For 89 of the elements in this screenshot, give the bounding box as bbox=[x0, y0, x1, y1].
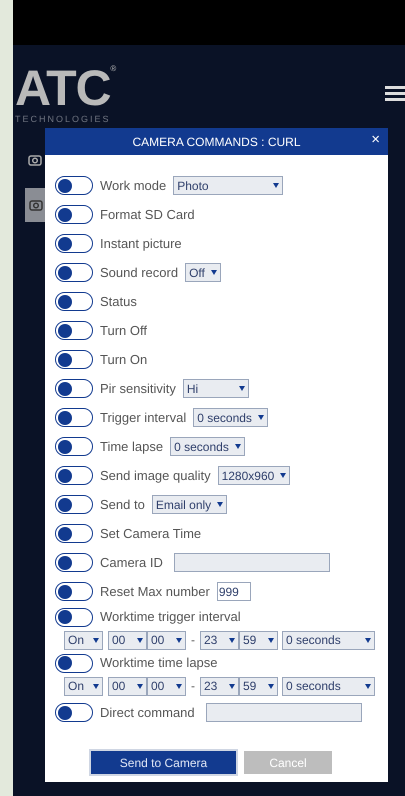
option-label: Instant picture bbox=[100, 234, 182, 253]
toggle-switch[interactable] bbox=[55, 553, 93, 572]
dropdown[interactable]: 23 bbox=[200, 630, 239, 650]
toggle-switch[interactable] bbox=[55, 608, 93, 626]
dropdown[interactable]: 23 bbox=[200, 676, 239, 696]
registered-mark: ® bbox=[110, 63, 116, 73]
camera-icon[interactable] bbox=[28, 153, 42, 167]
close-button[interactable]: × bbox=[371, 132, 380, 147]
option-label: Send to bbox=[100, 496, 145, 514]
option-label: Set Camera Time bbox=[100, 524, 202, 543]
dropdown[interactable]: Hi bbox=[182, 379, 249, 398]
toggle-switch[interactable] bbox=[55, 408, 93, 427]
option-label: Work mode bbox=[100, 176, 166, 195]
input-field[interactable] bbox=[206, 703, 362, 722]
option-label: Pir sensitivity bbox=[100, 380, 176, 398]
toggle-switch[interactable] bbox=[55, 234, 93, 253]
option-label: Sound record bbox=[100, 264, 178, 282]
dropdown[interactable]: On bbox=[64, 630, 103, 650]
dropdown[interactable]: 0 seconds bbox=[282, 630, 375, 650]
option-label: Send image quality bbox=[100, 466, 211, 485]
caret-icon bbox=[365, 684, 371, 688]
dropdown[interactable]: 00 bbox=[108, 676, 147, 696]
range-dash: - bbox=[190, 678, 196, 695]
camera-icon bbox=[29, 198, 43, 212]
toggle-switch[interactable] bbox=[55, 524, 93, 543]
dropdown[interactable]: 0 seconds bbox=[170, 437, 245, 456]
option-label: Time lapse bbox=[100, 438, 164, 456]
toggle-switch[interactable] bbox=[55, 176, 93, 195]
caret-icon bbox=[210, 270, 217, 275]
dropdown[interactable]: Email only bbox=[152, 495, 228, 514]
range-dash: - bbox=[190, 632, 196, 649]
sidebar-tile[interactable] bbox=[25, 188, 47, 222]
toggle-switch[interactable] bbox=[55, 321, 93, 340]
caret-icon bbox=[268, 684, 274, 688]
toggle-switch[interactable] bbox=[55, 437, 93, 456]
logo-tagline: TECHNOLOGIES bbox=[15, 113, 112, 126]
toggle-switch[interactable] bbox=[55, 263, 93, 282]
send-button[interactable]: Send to Camera bbox=[91, 751, 236, 774]
dropdown[interactable]: 59 bbox=[239, 630, 278, 650]
caret-icon bbox=[176, 638, 182, 642]
dropdown[interactable]: 00 bbox=[108, 630, 147, 650]
caret-icon bbox=[229, 684, 235, 688]
menu-icon[interactable] bbox=[385, 85, 405, 103]
dropdown[interactable]: Off bbox=[185, 263, 221, 282]
caret-icon bbox=[217, 502, 224, 507]
option-label: Worktime trigger interval bbox=[100, 608, 241, 626]
toggle-switch[interactable] bbox=[55, 292, 93, 311]
caret-icon bbox=[365, 638, 371, 642]
toggle-switch[interactable] bbox=[55, 654, 93, 672]
option-label: Turn On bbox=[100, 350, 148, 369]
caret-icon bbox=[137, 638, 143, 642]
toggle-switch[interactable] bbox=[55, 466, 93, 485]
input-field[interactable] bbox=[174, 553, 330, 572]
caret-icon bbox=[238, 386, 245, 391]
dropdown[interactable]: 1280x960 bbox=[218, 466, 290, 485]
toggle-switch[interactable] bbox=[55, 495, 93, 514]
dropdown[interactable]: On bbox=[64, 676, 103, 696]
caret-icon bbox=[137, 684, 143, 688]
option-label: Worktime time lapse bbox=[100, 654, 218, 672]
toggle-switch[interactable] bbox=[55, 582, 93, 601]
dropdown[interactable]: 00 bbox=[147, 630, 186, 650]
dropdown[interactable]: 0 seconds bbox=[282, 676, 375, 696]
modal-title: CAMERA COMMANDS : CURL bbox=[132, 134, 301, 150]
logo-text: ATC bbox=[15, 63, 110, 113]
caret-icon bbox=[234, 444, 241, 449]
caret-icon bbox=[93, 638, 99, 642]
caret-icon bbox=[280, 473, 286, 478]
dropdown[interactable]: Photo bbox=[173, 176, 284, 195]
option-label: Format SD Card bbox=[100, 206, 195, 224]
toggle-switch[interactable] bbox=[55, 350, 93, 369]
toggle-switch[interactable] bbox=[55, 205, 93, 224]
toggle-switch[interactable] bbox=[55, 379, 93, 398]
dropdown[interactable]: 59 bbox=[239, 676, 278, 696]
input-field[interactable]: 999 bbox=[216, 582, 251, 601]
caret-icon bbox=[176, 684, 182, 688]
option-label: Trigger interval bbox=[100, 408, 186, 427]
dropdown[interactable]: 0 seconds bbox=[193, 408, 268, 427]
caret-icon bbox=[258, 415, 264, 420]
option-label: Reset Max number bbox=[100, 582, 210, 601]
toggle-switch[interactable] bbox=[55, 703, 93, 722]
option-label: Direct command bbox=[100, 704, 195, 722]
caret-icon bbox=[93, 684, 99, 688]
dropdown[interactable]: 00 bbox=[147, 676, 186, 696]
option-label: Status bbox=[100, 292, 137, 311]
caret-icon bbox=[268, 638, 274, 642]
option-label: Turn Off bbox=[100, 322, 147, 340]
caret-icon bbox=[273, 183, 280, 188]
caret-icon bbox=[229, 638, 235, 642]
option-label: Camera ID bbox=[100, 554, 163, 572]
